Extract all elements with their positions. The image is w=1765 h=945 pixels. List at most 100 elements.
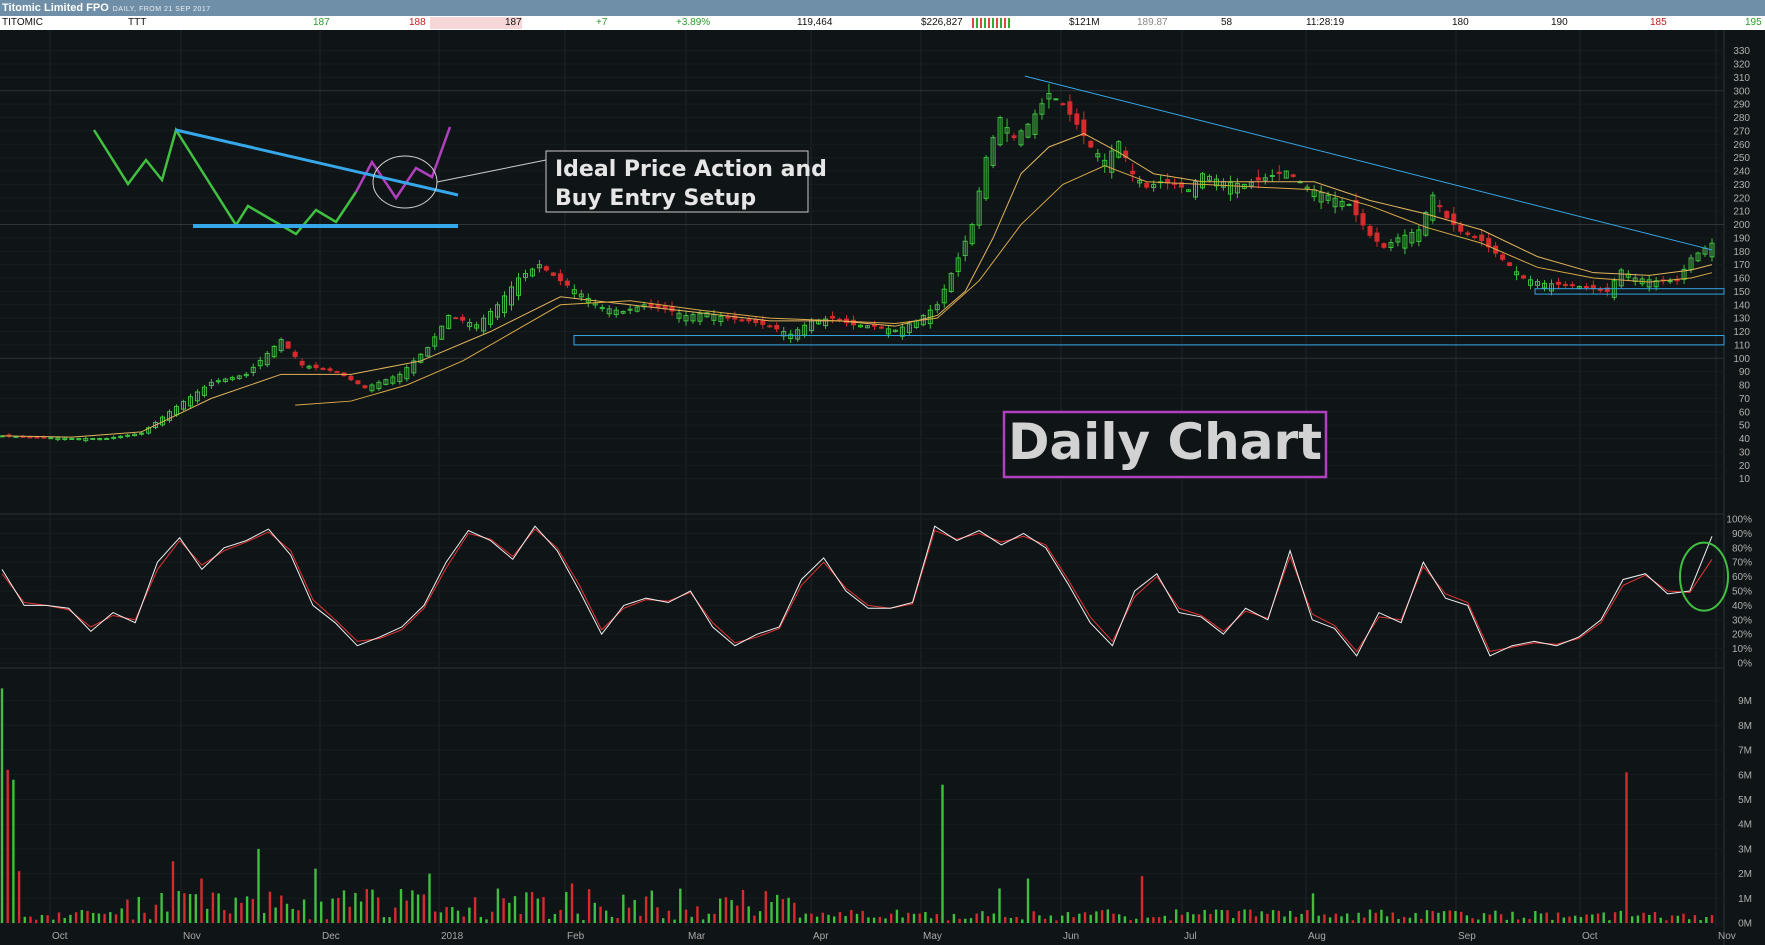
candle-down <box>1465 232 1471 235</box>
volume-bar <box>12 779 15 923</box>
volume-bar <box>587 889 591 923</box>
volume-bar <box>1300 913 1303 923</box>
volume-bar <box>1596 913 1600 923</box>
volume-bar <box>1192 914 1195 923</box>
volume-bar <box>154 904 158 923</box>
volume-bar <box>844 915 847 923</box>
volume-bar <box>245 896 249 923</box>
quote-vwap: 189.87 <box>1137 17 1168 28</box>
vol-tick-label: 9M <box>1738 696 1752 707</box>
volume-bar <box>1511 911 1514 923</box>
candle-down <box>327 368 333 371</box>
volume-bar <box>764 891 767 923</box>
volume-bar <box>97 913 101 923</box>
volume-bar <box>525 892 528 923</box>
volume-bar <box>1311 893 1315 923</box>
volume-bar <box>103 913 106 923</box>
volume-bar <box>268 891 272 923</box>
volume-bar <box>724 897 728 923</box>
volume-bar <box>439 912 443 923</box>
candle-down <box>543 266 549 271</box>
volume-bar <box>1505 919 1508 923</box>
window-title-bar: Titomic Limited FPO DAILY, FROM 21 SEP 20… <box>0 0 1765 16</box>
volume-bar <box>684 909 688 923</box>
candle-down <box>1507 262 1513 267</box>
y-tick-label: 70 <box>1739 394 1751 405</box>
volume-bar <box>542 897 545 923</box>
candle-down <box>669 305 675 312</box>
volume-bar <box>633 899 636 923</box>
volume-bar <box>815 916 819 923</box>
volume-bar <box>405 900 408 923</box>
volume-bar <box>1072 917 1075 923</box>
volume-bar <box>1670 915 1674 923</box>
volume-bar <box>890 913 893 923</box>
volume-bar <box>1163 915 1166 923</box>
volume-bar <box>1488 914 1491 923</box>
volume-bar <box>701 919 705 923</box>
y-tick-label: 10 <box>1739 474 1751 485</box>
volume-bar <box>776 894 779 923</box>
candle-down <box>1060 103 1066 106</box>
volume-bar <box>149 919 152 923</box>
volume-bar <box>553 913 557 923</box>
volume-bar <box>1066 912 1070 923</box>
y-tick-label: 120 <box>1733 327 1750 338</box>
volume-bar <box>622 894 625 923</box>
volume-bar <box>120 908 123 923</box>
candle-down <box>1444 211 1450 219</box>
volume-bar <box>473 897 477 923</box>
x-tick-label: 2018 <box>441 931 464 942</box>
volume-bar <box>1545 912 1548 923</box>
volume-bar <box>1551 919 1554 923</box>
volume-bar <box>1705 916 1708 923</box>
volume-bar <box>183 893 186 923</box>
volume-bar <box>1157 917 1161 923</box>
candle-up <box>1269 175 1275 178</box>
volume-bar <box>798 917 802 923</box>
candle-down <box>299 360 305 366</box>
volume-bar <box>217 893 220 923</box>
candle-down <box>1255 177 1261 181</box>
window-title: Titomic Limited FPO <box>2 2 109 14</box>
volume-bar <box>1078 913 1081 923</box>
volume-bar <box>827 914 830 923</box>
candle-down <box>292 351 298 357</box>
volume-bar <box>291 908 294 923</box>
volume-bar <box>1254 916 1258 923</box>
vol-tick-label: 5M <box>1738 795 1752 806</box>
volume-bar <box>912 913 916 923</box>
candle-down <box>753 319 759 324</box>
volume-bar <box>1420 918 1423 923</box>
quote-bid: 187 <box>313 17 330 28</box>
volume-bar <box>1032 911 1035 923</box>
volume-bar <box>451 907 454 923</box>
candle-down <box>34 436 40 439</box>
volume-bar <box>1340 916 1343 923</box>
volume-bar <box>211 892 215 923</box>
volume-bar <box>1306 910 1309 923</box>
volume-bar <box>200 878 203 923</box>
candle-down <box>1374 232 1380 242</box>
volume-bar <box>462 916 465 923</box>
y-tick-label: 280 <box>1733 113 1750 124</box>
y-tick-label: 60 <box>1739 407 1751 418</box>
volume-bar <box>872 917 876 923</box>
quote-last: 187 <box>505 17 522 28</box>
volume-bar <box>1294 916 1298 923</box>
candle-up <box>125 434 131 437</box>
volume-bar <box>1038 915 1041 923</box>
volume-bar <box>1351 920 1355 923</box>
volume-bar <box>1693 915 1697 923</box>
volume-bar <box>804 913 807 923</box>
candle-down <box>355 380 361 385</box>
candle-up <box>1053 98 1059 101</box>
volume-bar <box>736 905 739 923</box>
volume-bar <box>177 890 180 923</box>
ma-slow-line <box>295 165 1713 406</box>
volume-bar <box>23 916 26 923</box>
volume-bar <box>610 916 614 923</box>
volume-bar <box>359 901 363 923</box>
volume-bar <box>1437 912 1440 923</box>
volume-bar <box>747 906 750 923</box>
